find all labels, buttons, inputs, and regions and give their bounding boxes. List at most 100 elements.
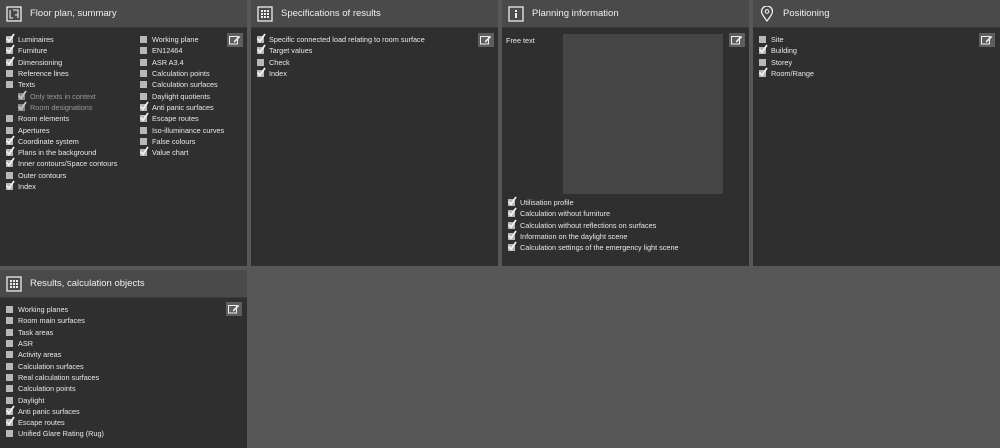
checkbox-option[interactable]: Anti panic surfaces — [5, 405, 104, 417]
checkbox-checked[interactable] — [256, 44, 266, 55]
checkbox-option[interactable]: Working plane — [140, 34, 224, 45]
checkbox-option[interactable]: Activity areas — [6, 349, 104, 360]
checkbox-unchecked[interactable] — [140, 92, 147, 100]
checkbox-checked[interactable] — [507, 219, 517, 229]
checkbox-option[interactable]: Dimensioning — [5, 56, 117, 68]
checkbox-checked[interactable] — [5, 180, 15, 190]
checkbox-option[interactable]: Target values — [256, 44, 425, 56]
checkbox-option[interactable]: Working planes — [6, 304, 104, 315]
checkbox-unchecked[interactable] — [6, 396, 13, 404]
checkbox-unchecked[interactable] — [6, 306, 13, 314]
checkbox-checked[interactable] — [507, 196, 517, 207]
checkbox-checked[interactable] — [507, 230, 517, 241]
checkbox-option[interactable]: Anti panic surfaces — [139, 101, 224, 113]
checkbox-option[interactable]: Calculation surfaces — [6, 360, 104, 371]
checkbox-option[interactable]: Calculation surfaces — [140, 79, 224, 90]
edit-button[interactable] — [227, 33, 243, 47]
checkbox-option[interactable]: ASR A3.4 — [140, 57, 224, 68]
checkbox-unchecked[interactable] — [257, 58, 264, 66]
checkbox-checked[interactable] — [5, 157, 15, 168]
checkbox-option[interactable]: Index — [5, 180, 117, 192]
checkbox-option[interactable]: EN12464 — [140, 45, 224, 56]
checkbox-option[interactable]: Task areas — [6, 327, 104, 338]
checkbox-checked[interactable] — [139, 101, 149, 111]
checkbox-checked[interactable] — [256, 67, 266, 78]
checkbox-unchecked[interactable] — [6, 171, 13, 179]
checkbox-unchecked[interactable] — [140, 126, 147, 134]
checkbox-option[interactable]: Room elements — [6, 113, 117, 124]
checkbox-option[interactable]: Escape routes — [5, 416, 104, 428]
checkbox-option[interactable]: Inner contours/Space contours — [5, 157, 117, 169]
checkbox-unchecked[interactable] — [759, 58, 766, 66]
checkbox-option[interactable]: Escape routes — [139, 112, 224, 124]
checkbox-checked[interactable] — [5, 146, 15, 157]
checkbox-unchecked[interactable] — [140, 58, 147, 66]
checkbox-unchecked[interactable] — [6, 430, 13, 438]
checkbox-option[interactable]: Calculation points — [6, 383, 104, 394]
checkbox-unchecked[interactable] — [6, 373, 13, 381]
checkbox-checked[interactable] — [758, 67, 768, 78]
checkbox-option[interactable]: Value chart — [139, 146, 224, 158]
checkbox-option[interactable]: Daylight quotients — [140, 90, 224, 101]
checkbox-checked[interactable] — [5, 33, 15, 44]
checkbox-unchecked[interactable] — [6, 115, 13, 123]
checkbox-checked[interactable] — [256, 33, 266, 44]
checkbox-option[interactable]: Reference lines — [6, 68, 117, 79]
checkbox-option[interactable]: Real calculation surfaces — [6, 372, 104, 383]
free-text-area[interactable] — [563, 34, 723, 194]
checkbox-option[interactable]: Calculation points — [140, 68, 224, 79]
specifications-options: Specific connected load relating to room… — [256, 33, 425, 79]
checkbox-option[interactable]: Unified Glare Rating (Rug) — [6, 428, 104, 439]
edit-button[interactable] — [979, 33, 995, 47]
checkbox-unchecked[interactable] — [140, 47, 147, 55]
checkbox-unchecked[interactable] — [6, 126, 13, 134]
checkbox-option[interactable]: Calculation settings of the emergency li… — [507, 241, 679, 253]
edit-button[interactable] — [729, 33, 745, 47]
checkbox-checked[interactable] — [5, 416, 15, 427]
edit-button[interactable] — [226, 302, 242, 316]
checkbox-option[interactable]: Index — [256, 67, 425, 79]
checkbox-checked[interactable] — [5, 135, 15, 145]
checkbox-option[interactable]: Calculation without reflections on surfa… — [507, 219, 679, 231]
checkbox-option[interactable]: Plans in the background — [5, 146, 117, 158]
checkbox-unchecked[interactable] — [6, 351, 13, 359]
checkbox-option[interactable]: False colours — [140, 136, 224, 147]
checkbox-option[interactable]: Iso-illuminance curves — [140, 124, 224, 135]
checkbox-option[interactable]: Check — [257, 57, 425, 68]
checkbox-checked[interactable] — [507, 207, 517, 218]
checkbox-option[interactable]: Luminaires — [5, 33, 117, 45]
checkbox-checked[interactable] — [139, 146, 149, 157]
checkbox-option[interactable]: Room/Range — [758, 67, 814, 79]
checkbox-option[interactable]: Specific connected load relating to room… — [256, 33, 425, 45]
checkbox-unchecked[interactable] — [140, 36, 147, 44]
checkbox-checked[interactable] — [139, 112, 149, 123]
checkbox-unchecked[interactable] — [140, 81, 147, 89]
checkbox-unchecked[interactable] — [759, 36, 766, 44]
checkbox-checked[interactable] — [507, 241, 517, 252]
checkbox-option[interactable]: Apertures — [6, 124, 117, 135]
checkbox-option[interactable]: Information on the daylight scene — [507, 230, 679, 242]
checkbox-option[interactable]: Utilisation profile — [507, 196, 679, 208]
checkbox-unchecked[interactable] — [6, 385, 13, 393]
checkbox-option[interactable]: Room main surfaces — [6, 315, 104, 326]
checkbox-checked[interactable] — [5, 56, 15, 66]
checkbox-option[interactable]: Coordinate system — [5, 135, 117, 147]
edit-button[interactable] — [478, 33, 494, 47]
checkbox-unchecked[interactable] — [6, 362, 13, 370]
checkbox-option[interactable]: Outer contours — [6, 170, 117, 181]
checkbox-unchecked[interactable] — [140, 137, 147, 145]
checkbox-option[interactable]: Building — [758, 44, 814, 56]
checkbox-option[interactable]: ASR — [6, 338, 104, 349]
checkbox-unchecked[interactable] — [6, 81, 13, 89]
checkbox-checked[interactable] — [5, 44, 15, 55]
checkbox-option[interactable]: Furniture — [5, 44, 117, 56]
checkbox-unchecked[interactable] — [6, 328, 13, 336]
checkbox-checked[interactable] — [5, 405, 15, 415]
checkbox-option[interactable]: Calculation without furniture — [507, 207, 679, 219]
checkbox-unchecked[interactable] — [6, 317, 13, 325]
checkbox-unchecked[interactable] — [6, 340, 13, 348]
checkbox-option[interactable]: Daylight — [6, 394, 104, 405]
checkbox-unchecked[interactable] — [6, 70, 13, 78]
checkbox-unchecked[interactable] — [140, 70, 147, 78]
checkbox-checked[interactable] — [758, 44, 768, 55]
